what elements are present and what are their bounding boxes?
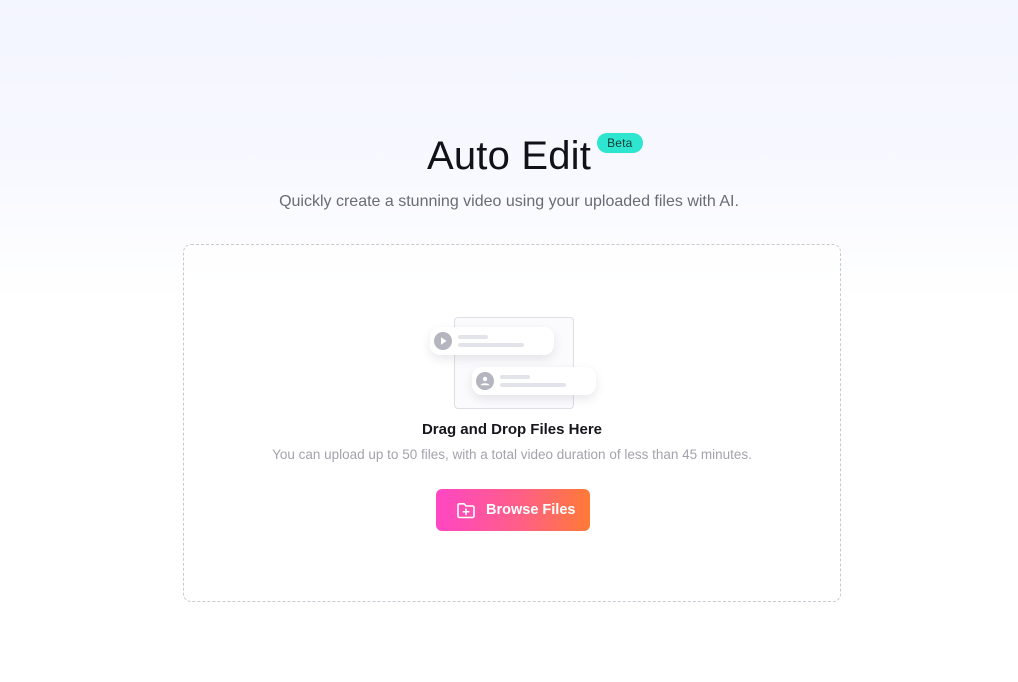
folder-plus-icon xyxy=(455,499,477,521)
illustration-line xyxy=(458,343,524,347)
play-icon xyxy=(434,332,452,350)
illustration-line xyxy=(458,335,488,339)
image-icon xyxy=(476,372,494,390)
beta-badge: Beta xyxy=(597,133,643,153)
title-block: Auto Edit Beta xyxy=(0,128,1018,184)
illustration-line xyxy=(500,375,530,379)
illustration-video-card xyxy=(430,327,554,355)
page-title-text: Auto Edit xyxy=(426,134,592,178)
browse-files-button[interactable]: Browse Files xyxy=(436,489,590,531)
page-title: Auto Edit Beta xyxy=(426,128,643,184)
upload-limit-hint: You can upload up to 50 files, with a to… xyxy=(272,447,752,462)
page-subtitle: Quickly create a stunning video using yo… xyxy=(279,193,739,210)
file-dropzone[interactable]: Drag and Drop Files Here You can upload … xyxy=(183,244,841,602)
illustration-image-card xyxy=(472,367,596,395)
drag-drop-heading: Drag and Drop Files Here xyxy=(421,421,603,438)
auto-edit-page: Auto Edit Beta Quickly create a stunning… xyxy=(0,0,1018,682)
browse-files-label: Browse Files xyxy=(486,502,576,518)
upload-illustration xyxy=(430,315,600,411)
illustration-line xyxy=(500,383,566,387)
